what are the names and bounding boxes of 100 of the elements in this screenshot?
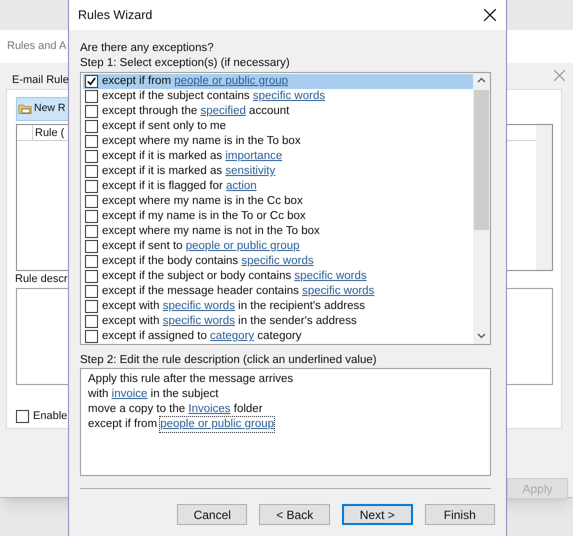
- dialog-button[interactable]: < Back: [259, 504, 330, 525]
- checkbox[interactable]: [85, 135, 98, 148]
- exception-row[interactable]: except if it is flagged for action: [83, 179, 473, 194]
- checkbox[interactable]: [85, 195, 98, 208]
- rule-text: except through the: [102, 104, 198, 119]
- rule-text: except if assigned to: [102, 329, 208, 344]
- description-label: Rule descr: [15, 272, 68, 287]
- step-label: Step 1: Select exception(s) (if necessary): [80, 56, 291, 71]
- dialog-button[interactable]: Next >: [342, 504, 413, 525]
- value-link[interactable]: people or public group: [186, 239, 300, 254]
- exception-row[interactable]: except with specific words in the recipient's address: [83, 299, 473, 314]
- checkbox[interactable]: [85, 75, 98, 88]
- exception-row[interactable]: except if the message header contains specific words: [83, 284, 473, 299]
- checkbox[interactable]: [85, 90, 98, 103]
- exception-row[interactable]: except if the body contains specific words: [83, 254, 473, 269]
- value-link[interactable]: specified: [200, 104, 246, 119]
- checkbox[interactable]: [85, 300, 98, 313]
- scrollbar[interactable]: [473, 73, 490, 344]
- close-icon[interactable]: [484, 9, 496, 21]
- exception-row[interactable]: except if the subject contains specific words: [83, 89, 473, 104]
- rule-text: except with: [102, 299, 161, 314]
- exception-row[interactable]: except if it is marked as sensitivity: [83, 164, 473, 179]
- checkbox[interactable]: [85, 165, 98, 178]
- tab[interactable]: E-mail Rule: [12, 72, 69, 88]
- checkbox[interactable]: [85, 315, 98, 328]
- checkbox[interactable]: [85, 225, 98, 238]
- rule-text: in the recipient's address: [237, 299, 365, 314]
- exception-row[interactable]: except if my name is in the To or Cc box: [83, 209, 473, 224]
- value-link[interactable]: category: [210, 329, 254, 344]
- rule-text: in the sender's address: [237, 314, 357, 329]
- value-link[interactable]: specific words: [302, 284, 374, 299]
- rule-text: except if the message header contains: [102, 284, 300, 299]
- checkbox[interactable]: [85, 240, 98, 253]
- scrollbar-thumb[interactable]: [474, 90, 489, 230]
- dialog-button[interactable]: Cancel: [177, 504, 248, 525]
- exception-row[interactable]: except through the specified account: [83, 104, 473, 119]
- value-link[interactable]: people or public group: [174, 74, 288, 89]
- value-link[interactable]: people or public group: [160, 417, 274, 432]
- rule-text: Apply this rule after the message arrives: [88, 372, 294, 387]
- exception-row[interactable]: except if sent to people or public group: [83, 239, 473, 254]
- rule-text: except if the body contains: [102, 254, 240, 269]
- value-link[interactable]: specific words: [241, 254, 314, 269]
- rule-text: except if the subject or body contains: [102, 269, 292, 284]
- folder-icon: [18, 103, 32, 115]
- rule-text: in the subject: [150, 387, 218, 402]
- checkbox[interactable]: [85, 255, 98, 268]
- rule-text: except if the subject contains: [102, 89, 251, 104]
- value-link[interactable]: specific words: [162, 299, 235, 314]
- exception-row[interactable]: except where my name is not in the To box: [83, 224, 473, 239]
- scroll-up-icon[interactable]: [477, 77, 486, 83]
- checkbox-label: Enable: [33, 409, 68, 424]
- checkbox[interactable]: [85, 150, 98, 163]
- rule-text: folder: [232, 402, 263, 417]
- rule-text: except where my name is not in the To box: [102, 224, 320, 239]
- exception-row[interactable]: except where my name is in the To box: [83, 134, 473, 149]
- rule-text: except where my name is in the Cc box: [102, 194, 303, 209]
- dialog-button[interactable]: Finish: [424, 504, 495, 525]
- checkbox[interactable]: [16, 410, 29, 423]
- value-link[interactable]: Invoices: [188, 402, 231, 417]
- exception-row[interactable]: except if the subject or body contains specific words: [83, 269, 473, 284]
- question-text: Are there any exceptions?: [80, 41, 215, 56]
- rule-text: except if it is flagged for: [102, 179, 224, 194]
- value-link[interactable]: action: [226, 179, 257, 194]
- value-link[interactable]: invoice: [112, 387, 148, 402]
- scroll-down-icon[interactable]: [477, 333, 486, 339]
- value-link[interactable]: specific words: [252, 89, 326, 104]
- step-label: Step 2: Edit the rule description (click an underlined value): [80, 353, 378, 368]
- window-title: Rules Wizard: [78, 6, 152, 24]
- checkbox[interactable]: [85, 330, 98, 343]
- window-title: Rules and A: [7, 39, 66, 54]
- exception-row[interactable]: except with specific words in the sender's address: [83, 314, 473, 329]
- rule-text: except if from: [102, 74, 172, 89]
- value-link[interactable]: specific words: [294, 269, 367, 284]
- checkbox[interactable]: [85, 105, 98, 118]
- value-link[interactable]: specific words: [162, 314, 235, 329]
- value-link[interactable]: importance: [225, 149, 282, 164]
- rule-text: except if my name is in the To or Cc box: [102, 209, 306, 224]
- rule-text: except if sent to: [102, 239, 184, 254]
- checkbox[interactable]: [85, 270, 98, 283]
- rule-text: except with: [102, 314, 161, 329]
- exception-row[interactable]: except if sent only to me: [83, 119, 473, 134]
- rule-text: except if from: [88, 417, 158, 432]
- rule-text: with: [88, 387, 110, 402]
- checkbox[interactable]: [85, 180, 98, 193]
- exception-row[interactable]: except where my name is in the Cc box: [83, 194, 473, 209]
- rule-text: category: [256, 329, 302, 344]
- checkbox[interactable]: [85, 285, 98, 298]
- rule-text: except if it is marked as: [102, 164, 224, 179]
- rule-text: move a copy to the: [88, 402, 186, 417]
- exception-row[interactable]: except if it is marked as importance: [83, 149, 473, 164]
- rule-text: except if sent only to me: [102, 119, 226, 134]
- exception-row[interactable]: except if from people or public group: [83, 74, 473, 89]
- column-header[interactable]: Rule (: [33, 125, 64, 140]
- rule-text: account: [248, 104, 290, 119]
- checkbox[interactable]: [85, 120, 98, 133]
- rule-text: except if it is marked as: [102, 149, 224, 164]
- exception-row[interactable]: except if assigned to category category: [83, 329, 473, 344]
- checkbox[interactable]: [85, 210, 98, 223]
- scrollbar[interactable]: [536, 125, 552, 270]
- value-link[interactable]: sensitivity: [225, 164, 276, 179]
